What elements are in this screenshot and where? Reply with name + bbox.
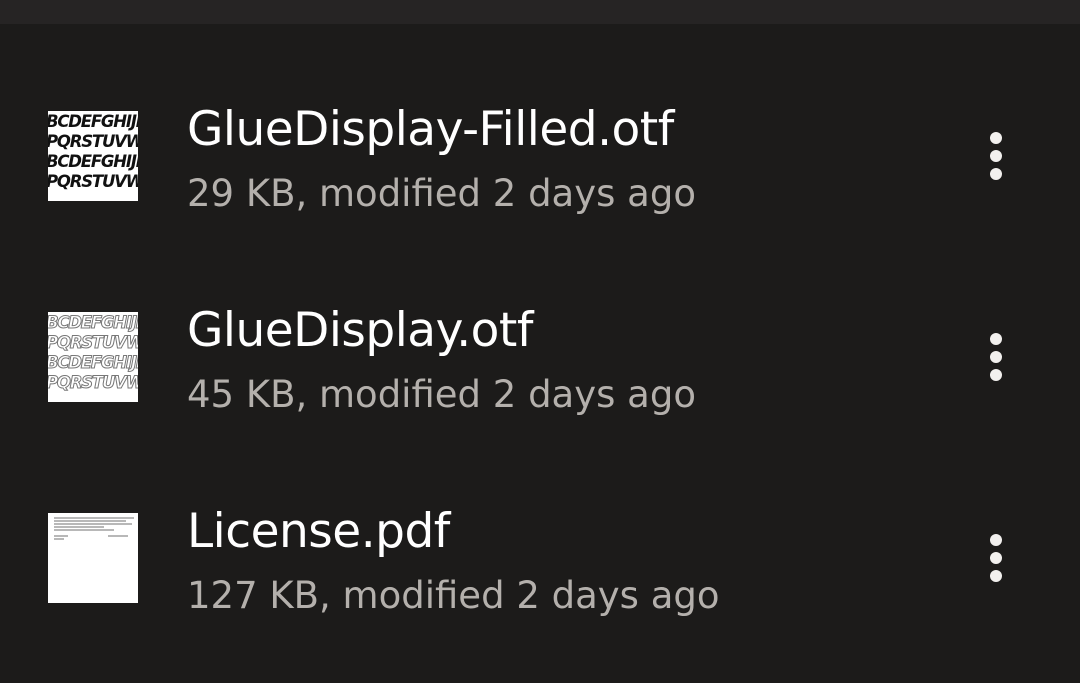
thumb-line: PQRSTUVWXYZ <box>48 333 138 353</box>
file-name: GlueDisplay-Filled.otf <box>187 102 674 157</box>
more-options-button[interactable] <box>966 523 1026 593</box>
file-meta: 45 KB, modified 2 days ago <box>187 373 696 416</box>
pdf-thumbnail <box>48 513 138 603</box>
file-meta: 29 KB, modified 2 days ago <box>187 172 696 215</box>
thumb-line: BCDEFGHIJKLM <box>48 152 138 171</box>
file-name: License.pdf <box>187 504 450 559</box>
thumb-line: PQRSTUVWXYZ <box>48 132 138 151</box>
font-thumbnail: BCDEFGHIJKLM PQRSTUVWXYZ BCDEFGHIJKLM PQ… <box>48 312 138 402</box>
file-row-gluedisplay-filled[interactable]: BCDEFGHIJKLM PQRSTUVWXYZ BCDEFGHIJKLM PQ… <box>0 24 1080 224</box>
thumb-line: PQRSTUVWXYZ <box>48 373 138 393</box>
thumb-line: BCDEFGHIJKLM <box>48 353 138 373</box>
file-row-gluedisplay[interactable]: BCDEFGHIJKLM PQRSTUVWXYZ BCDEFGHIJKLM PQ… <box>0 225 1080 425</box>
thumb-line: BCDEFGHIJKLM <box>48 313 138 333</box>
thumb-line: BCDEFGHIJKLM <box>48 112 138 131</box>
file-name: GlueDisplay.otf <box>187 303 533 358</box>
thumb-line: PQRSTUVWXYZ <box>48 172 138 191</box>
font-thumbnail: BCDEFGHIJKLM PQRSTUVWXYZ BCDEFGHIJKLM PQ… <box>48 111 138 201</box>
file-meta: 127 KB, modified 2 days ago <box>187 574 720 617</box>
more-options-button[interactable] <box>966 121 1026 191</box>
file-row-license[interactable]: License.pdf 127 KB, modified 2 days ago <box>0 426 1080 626</box>
more-options-button[interactable] <box>966 322 1026 392</box>
top-app-bar <box>0 0 1080 24</box>
